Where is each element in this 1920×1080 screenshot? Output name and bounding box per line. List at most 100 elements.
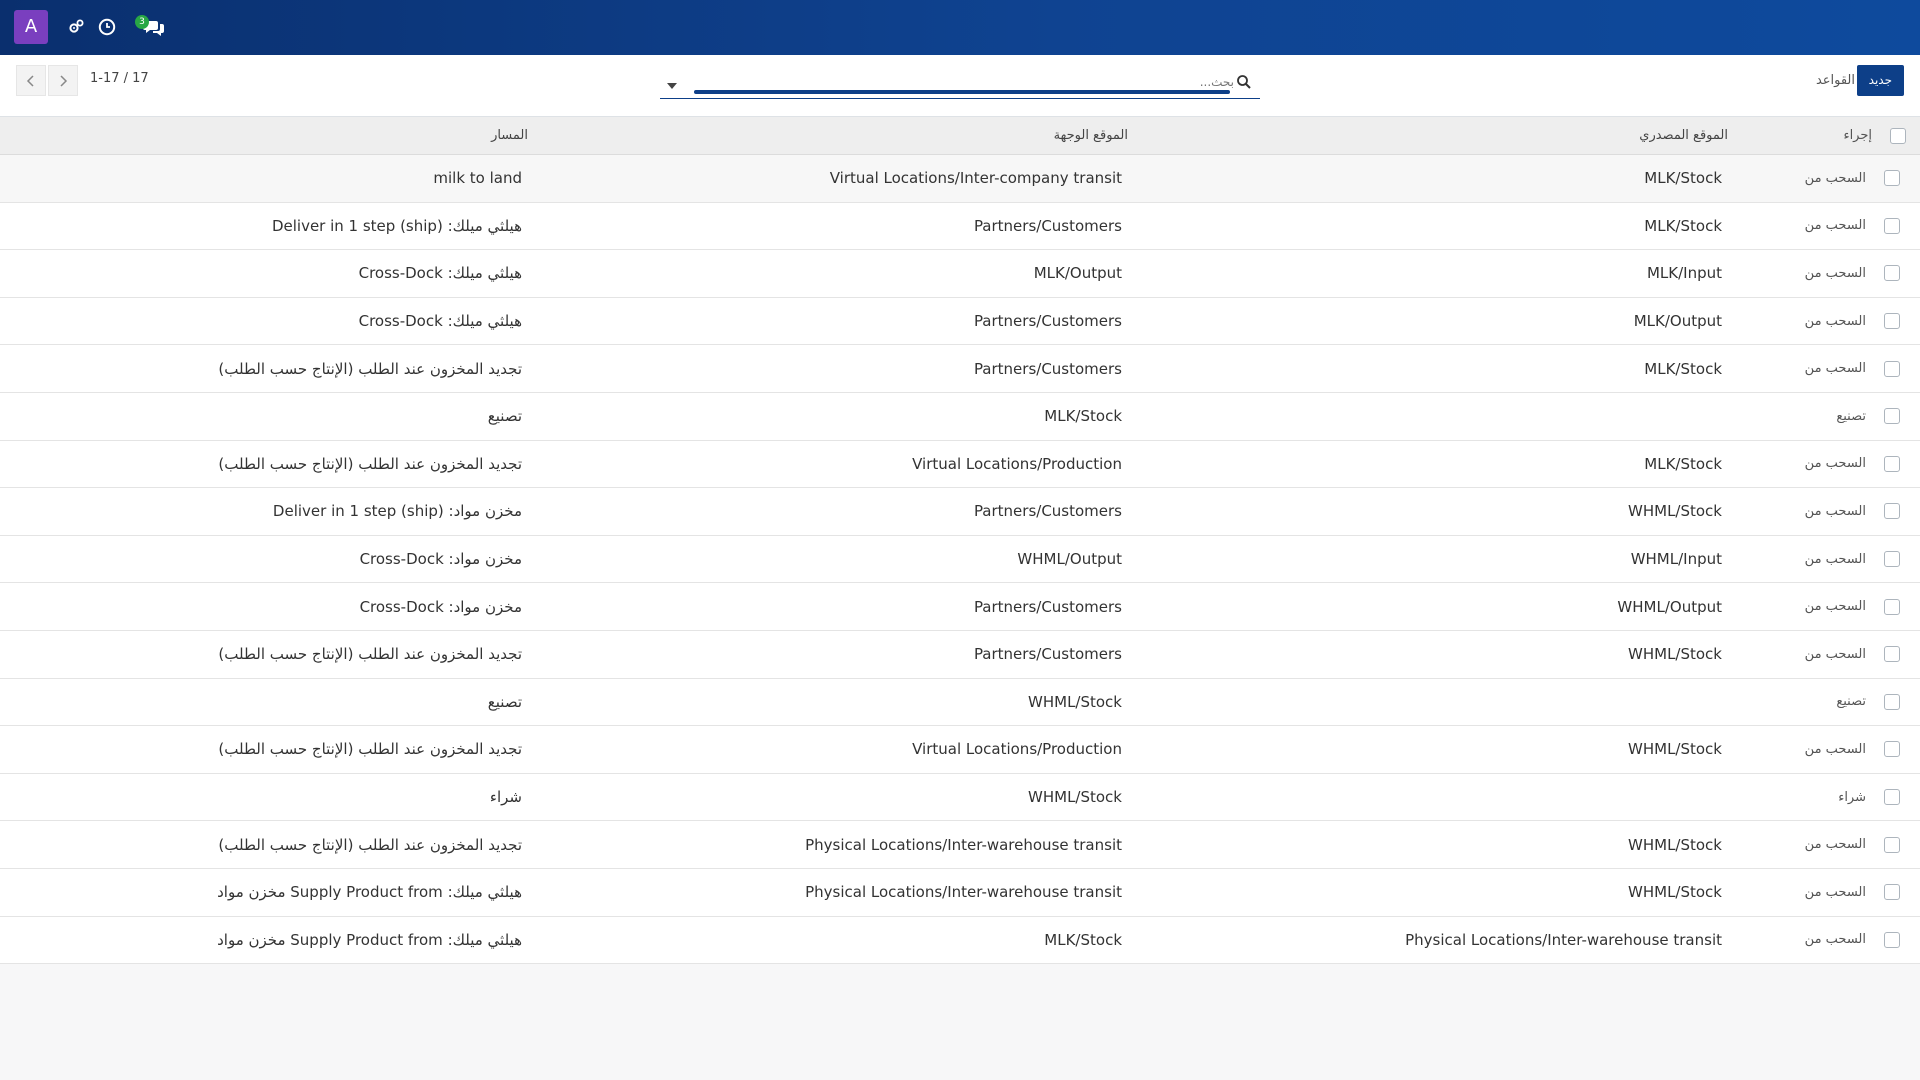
table-header: إجراء الموقع المصدري الموقع الوجهة المسا… [0,117,1920,155]
row-checkbox[interactable] [1884,693,1900,710]
row-checkbox[interactable] [1884,408,1900,425]
search-bar [660,67,1260,99]
new-button[interactable]: جديد [1856,65,1904,96]
cell-route: تجديد المخزون عند الطلب (الإنتاج حسب الط… [218,645,522,664]
table-row[interactable]: السحب من MLK/Output Partners/Customers هيلث… [0,297,1920,346]
table-row[interactable]: السحب من WHML/Stock Partners/Customers تجدي… [0,630,1920,679]
cell-route: مخزن مواد: Cross-Dock [359,550,522,569]
table-row[interactable]: تصنيع MLK/Stock تصنيع [0,392,1920,441]
table-row[interactable]: السحب من MLK/Stock Virtual Locations/Inter… [0,155,1920,203]
column-header-action[interactable]: إجراء [1843,117,1872,154]
row-checkbox[interactable] [1884,313,1900,330]
cell-route: تجديد المخزون عند الطلب (الإنتاج حسب الط… [218,740,522,759]
cell-action: السحب من [1804,837,1866,853]
row-checkbox[interactable] [1884,789,1900,806]
search-icon[interactable] [1236,74,1252,90]
row-checkbox[interactable] [1884,931,1900,948]
cell-destination-location: Partners/Customers [973,645,1122,664]
settings-tools-icon[interactable] [63,14,89,40]
row-checkbox[interactable] [1884,170,1900,187]
table-row[interactable]: السحب من WHML/Stock Physical Locations/Int… [0,868,1920,917]
cell-action: السحب من [1804,503,1866,519]
cell-route: تصنيع [487,407,522,426]
row-checkbox[interactable] [1884,884,1900,901]
cell-route: هيلثي ميلك: Deliver in 1 step (ship) [271,216,522,235]
cell-destination-location: Partners/Customers [973,597,1122,616]
cell-route: مخزن مواد: Deliver in 1 step (ship) [272,502,522,521]
cell-source-location: WHML/Stock [1628,883,1722,902]
cell-destination-location: WHML/Stock [1028,788,1122,807]
cell-action: شراء [1838,789,1866,805]
row-checkbox[interactable] [1884,836,1900,853]
table-row[interactable]: السحب من MLK/Stock Partners/Customers هيلثي… [0,202,1920,251]
cell-action: السحب من [1804,741,1866,757]
cell-destination-location: Partners/Customers [973,216,1122,235]
table-row[interactable]: السحب من Physical Locations/Inter-warehou… [0,916,1920,965]
row-checkbox[interactable] [1884,360,1900,377]
user-avatar[interactable]: A [14,10,48,44]
column-header-route[interactable]: المسار [491,117,528,154]
cell-action: السحب من [1804,646,1866,662]
chevron-left-icon [26,74,34,87]
table-row[interactable]: السحب من MLK/Stock Virtual Locations/Produ… [0,440,1920,489]
row-checkbox[interactable] [1884,455,1900,472]
cell-action: السحب من [1804,599,1866,615]
column-header-source-location[interactable]: الموقع المصدري [1639,117,1728,154]
cell-action: السحب من [1804,218,1866,234]
cell-action: السحب من [1804,313,1866,329]
page-title: القواعد [1815,73,1855,88]
search-options-toggle[interactable] [666,77,678,89]
row-checkbox[interactable] [1884,741,1900,758]
cell-destination-location: MLK/Output [1033,264,1122,283]
cell-route: هيلثي ميلك: Supply Product from مخزن موا… [217,883,522,902]
table-row[interactable]: السحب من WHML/Stock Partners/Customers مخزن… [0,488,1920,536]
cell-action: السحب من [1804,361,1866,377]
row-checkbox[interactable] [1884,551,1900,568]
row-checkbox[interactable] [1884,265,1900,282]
cell-route: milk to land [433,169,522,188]
cell-source-location: Physical Locations/Inter-warehouse trans… [1405,930,1722,949]
pager-next-button[interactable] [48,65,78,96]
cell-source-location: WHML/Stock [1628,645,1722,664]
cell-source-location: WHML/Input [1630,550,1722,569]
cell-source-location: MLK/Output [1633,312,1722,331]
pager-previous-button[interactable] [16,65,46,96]
cell-action: السحب من [1804,884,1866,900]
cell-source-location: WHML/Stock [1628,502,1722,521]
table-row[interactable]: السحب من WHML/Stock Virtual Locations/Prod… [0,726,1920,774]
cell-source-location: MLK/Stock [1644,454,1722,473]
cell-source-location: WHML/Stock [1628,740,1722,759]
cell-action: تصنيع [1836,694,1866,710]
cell-route: هيلثي ميلك: Cross-Dock [358,264,522,283]
cell-route: هيلثي ميلك: Cross-Dock [358,312,522,331]
cell-destination-location: Physical Locations/Inter-warehouse trans… [805,835,1122,854]
cell-destination-location: MLK/Stock [1044,930,1122,949]
caret-down-icon [667,83,677,89]
table-row[interactable]: السحب من MLK/Input MLK/Output هيلثي ميلك: C… [0,250,1920,298]
table-row[interactable]: شراء WHML/Stock شراء [0,773,1920,822]
pager-value[interactable]: 1-17 / 17 [90,71,149,86]
cell-destination-location: Partners/Customers [973,502,1122,521]
cell-destination-location: MLK/Stock [1044,407,1122,426]
top-navbar: A 3 [0,0,1920,55]
table-row[interactable]: السحب من MLK/Stock Partners/Customers تجديد… [0,345,1920,393]
table-row[interactable]: السحب من WHML/Output Partners/Customers مخز… [0,583,1920,631]
table-row[interactable]: تصنيع WHML/Stock تصنيع [0,678,1920,727]
cell-source-location: MLK/Input [1646,264,1722,283]
select-all-checkbox[interactable] [1890,127,1906,144]
row-checkbox[interactable] [1884,646,1900,663]
row-checkbox[interactable] [1884,598,1900,615]
cell-destination-location: Virtual Locations/Production [912,454,1122,473]
table-row[interactable]: السحب من WHML/Input WHML/Output مخزن مواد: … [0,535,1920,584]
cell-source-location: MLK/Stock [1644,216,1722,235]
cell-destination-location: Virtual Locations/Inter-company transit [829,169,1122,188]
chevron-right-icon [60,74,68,87]
row-checkbox[interactable] [1884,503,1900,520]
column-header-destination-location[interactable]: الموقع الوجهة [1054,117,1128,154]
clock-icon[interactable] [94,14,120,40]
table-row[interactable]: السحب من WHML/Stock Physical Locations/Int… [0,821,1920,869]
cell-action: السحب من [1804,456,1866,472]
cell-action: السحب من [1804,265,1866,281]
row-checkbox[interactable] [1884,217,1900,234]
cell-source-location: MLK/Stock [1644,169,1722,188]
